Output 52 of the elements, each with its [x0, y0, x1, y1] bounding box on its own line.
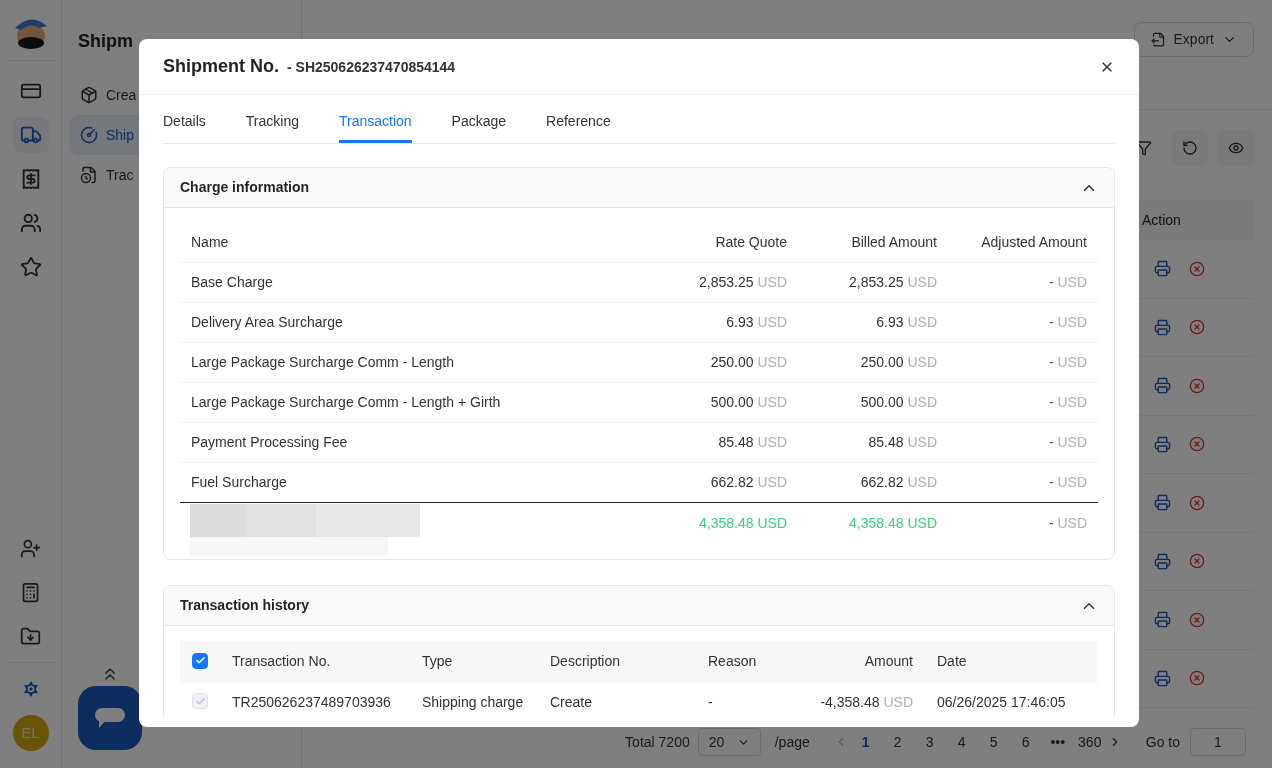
dialog-title: Shipment No. — [163, 55, 279, 78]
charge-name: Payment Processing Fee — [191, 433, 349, 452]
rate-quote: 6.93 USD — [725, 313, 787, 332]
adjusted-amount: - USD — [1047, 433, 1087, 452]
transaction-reason: - — [708, 692, 714, 712]
column-header: Reason — [708, 652, 758, 671]
billed-amount: 85.48 USD — [867, 433, 937, 452]
column-header: Billed Amount — [850, 233, 937, 252]
section-title: Transaction history — [180, 596, 310, 615]
transaction-amount: -4,358.48 USD — [819, 692, 913, 712]
column-header: Action — [1142, 210, 1181, 230]
adjusted-amount: - USD — [1047, 473, 1087, 492]
column-header: Transaction No. — [232, 652, 332, 671]
column-header: Adjusted Amount — [980, 233, 1087, 252]
goto-label: Go to — [1145, 732, 1180, 752]
submenu-title: Shipm — [78, 30, 134, 53]
adjusted-amount: - USD — [1047, 313, 1087, 332]
column-header: Date — [937, 652, 968, 671]
adjusted-amount: - USD — [1047, 393, 1087, 412]
adjusted-amount: - USD — [1047, 273, 1087, 292]
column-header: Rate Quote — [714, 233, 787, 252]
billed-amount: 662.82 USD — [859, 473, 937, 492]
charge-name: Delivery Area Surcharge — [191, 313, 344, 332]
charge-name: Fuel Surcharge — [191, 473, 288, 492]
transaction-date: 06/26/2025 17:46:05 — [937, 692, 1067, 712]
column-header: Amount — [863, 652, 913, 671]
adjusted-amount: - USD — [1047, 353, 1087, 372]
transaction-description: Create — [550, 692, 594, 712]
billed-amount: 2,853.25 USD — [848, 273, 937, 292]
shipment-number: - SH250626237470854144 — [287, 58, 456, 77]
total-adjusted-amount: - USD — [1047, 513, 1087, 533]
billed-amount: 500.00 USD — [859, 393, 937, 412]
billed-amount: 6.93 USD — [875, 313, 937, 332]
rate-quote: 85.48 USD — [717, 433, 787, 452]
section-title: Charge information — [180, 178, 310, 197]
charge-name: Large Package Surcharge Comm - Length — [191, 353, 456, 372]
billed-amount: 250.00 USD — [859, 353, 937, 372]
rate-quote: 250.00 USD — [709, 353, 787, 372]
rate-quote: 500.00 USD — [709, 393, 787, 412]
total-billed-amount: 4,358.48 USD — [848, 513, 937, 533]
charge-name: Base Charge — [191, 273, 274, 292]
transaction-type: Shipping charge — [422, 692, 525, 712]
column-header: Name — [191, 233, 230, 252]
per-page-label: /page — [774, 732, 810, 752]
column-header: Type — [422, 652, 454, 671]
total-count: Total 7200 — [625, 732, 690, 752]
charge-name: Large Package Surcharge Comm - Length + Girth — [191, 393, 502, 412]
rate-quote: 2,853.25 USD — [698, 273, 787, 292]
transaction-number: TR250626237489703936 — [232, 692, 392, 712]
column-header: Description — [550, 652, 622, 671]
rate-quote: 662.82 USD — [709, 473, 787, 492]
total-rate-quote: 4,358.48 USD — [698, 513, 787, 533]
